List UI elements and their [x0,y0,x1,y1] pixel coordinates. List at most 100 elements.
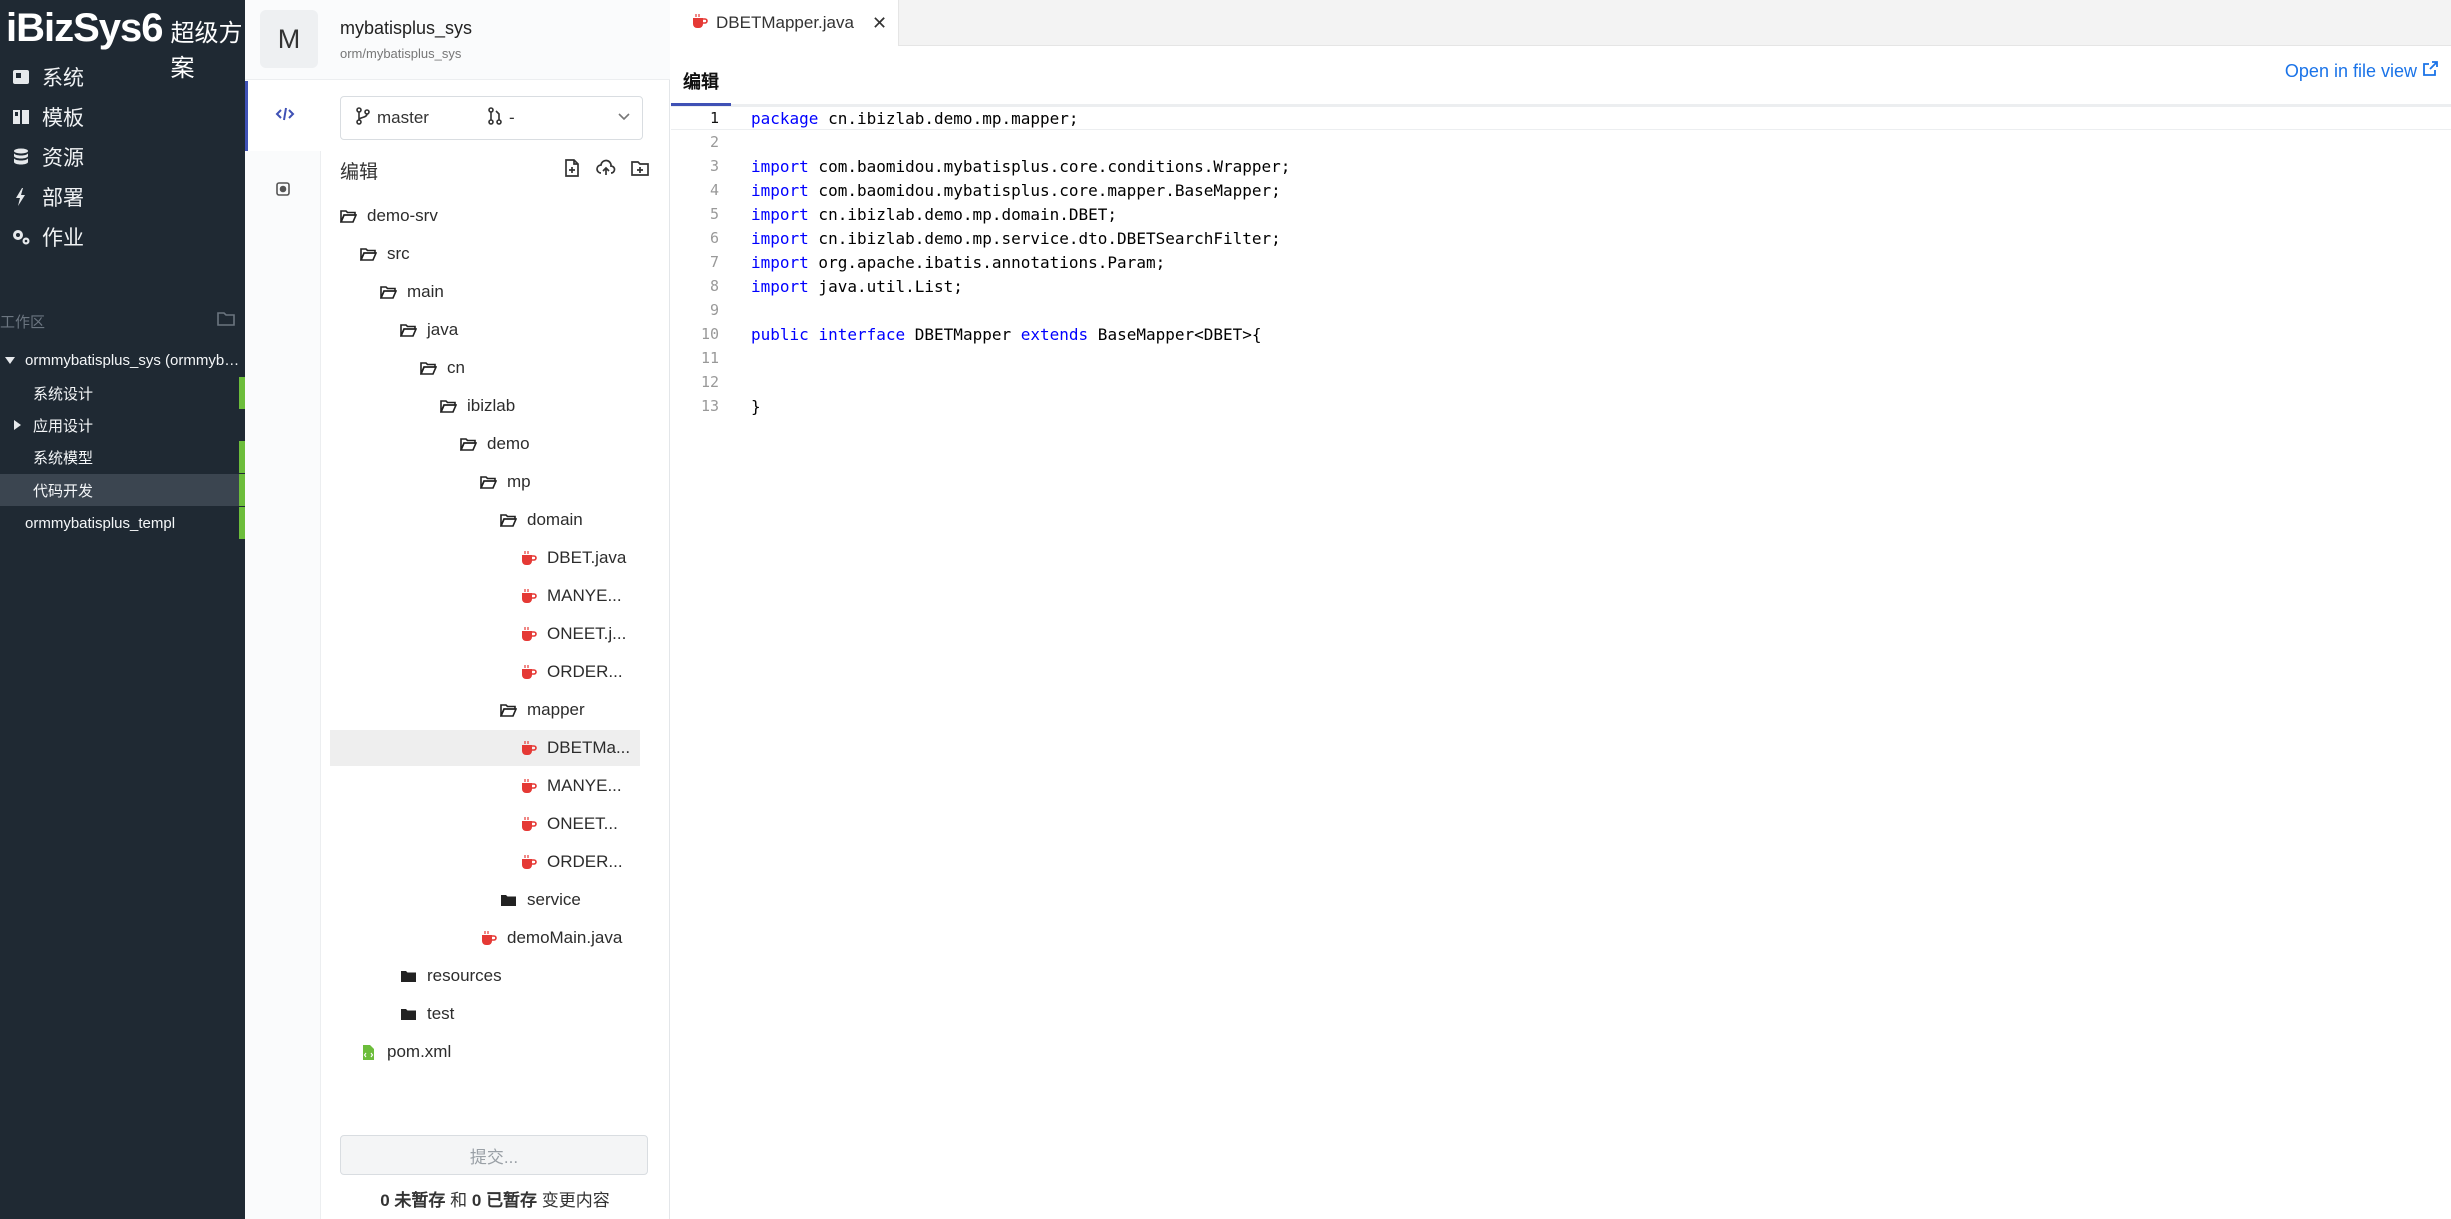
database-icon [0,147,42,167]
workspace-item-system-model[interactable]: 系统模型 [0,441,245,473]
close-icon[interactable]: ✕ [872,13,887,34]
workspace-item-project[interactable]: ormmybatisplus_sys (ormmyb… [0,344,245,376]
editor-file-tab[interactable]: DBETMapper.java ✕ [671,0,899,46]
code-text: import org.apache.ibatis.annotations.Par… [751,253,1165,272]
project-avatar[interactable]: M [260,10,318,68]
app-logo[interactable]: iBizSys6 超级方案 [6,6,245,82]
file-tree-folder[interactable]: mapper [330,692,640,728]
tab-record[interactable] [245,156,321,226]
file-tree-folder[interactable]: resources [330,958,640,994]
file-tree-folder[interactable]: service [330,882,640,918]
folder-icon [400,969,427,984]
file-tree-label: test [427,1004,455,1023]
code-line[interactable]: 6 import cn.ibizlab.demo.mp.service.dto.D… [671,226,2451,250]
nav-item-label: 作业 [42,227,84,250]
file-tree-file[interactable]: DBETMa... [330,730,640,766]
code-editor: DBETMapper.java ✕ 编辑 Open in file view 1… [671,0,2451,1219]
file-tree-folder[interactable]: main [330,274,640,310]
code-keyword: package [751,108,819,128]
caret-down-icon [5,356,15,364]
code-line[interactable]: 12 [671,370,2451,394]
upload-icon[interactable] [596,158,616,183]
open-in-file-view-label: Open in file view [2284,60,2417,81]
file-tree-folder[interactable]: mp [330,464,640,500]
code-line[interactable]: 8 import java.util.List; [671,274,2451,298]
nav-item-template[interactable]: 模板 [0,97,245,137]
file-tree-label: mapper [527,700,585,719]
file-tree-folder[interactable]: domain [330,502,640,538]
code-line[interactable]: 2 [671,130,2451,154]
file-tree-label: ONEET... [547,814,618,833]
file-tree-file[interactable]: demoMain.java [330,920,640,956]
file-tree-file[interactable]: ONEET... [330,806,640,842]
editor-toolbar: 编辑 Open in file view [671,46,2451,106]
file-tree-folder[interactable]: test [330,996,640,1032]
file-tree-file[interactable]: MANYE... [330,578,640,614]
line-number: 4 [709,181,719,199]
tab-edit[interactable]: 编辑 [671,58,731,106]
code-line[interactable]: 5 import cn.ibizlab.demo.mp.domain.DBET; [671,202,2451,226]
nav-item-job[interactable]: 作业 [0,217,245,257]
commit-button[interactable]: 提交... [340,1135,648,1175]
file-tree-folder[interactable]: java [330,312,640,348]
nav-item-system[interactable]: 系统 [0,57,245,97]
code-token: com.baomidou.mybatisplus.core.conditions… [808,156,1291,176]
file-tree-label: MANYE... [547,776,622,795]
code-line[interactable]: 9 [671,298,2451,322]
folder-icon[interactable] [217,311,235,332]
line-number: 8 [709,277,719,295]
code-token: com.baomidou.mybatisplus.core.mapper.Bas… [808,180,1281,200]
workspace-item-code-dev[interactable]: 代码开发 [0,474,245,506]
nav-item-resource[interactable]: 资源 [0,137,245,177]
file-tree-file[interactable]: ONEET.j... [330,616,640,652]
file-tree-file[interactable]: MANYE... [330,768,640,804]
workspace-item-system-design[interactable]: 系统设计 [0,377,245,409]
dashboard-icon [0,67,42,87]
new-folder-icon[interactable] [630,158,650,183]
book-icon [0,107,42,127]
file-tree-label: demo-srv [367,206,438,225]
code-line[interactable]: 1 package cn.ibizlab.demo.mp.mapper; [671,106,2451,130]
workspace-item-template[interactable]: ormmybatisplus_templ [0,507,245,539]
code-text: public interface DBETMapper extends Base… [751,325,1262,344]
chevron-down-icon [616,107,632,130]
file-tree-file[interactable]: DBET.java [330,540,640,576]
folder-open-icon [500,513,527,528]
workspace-item-label: 应用设计 [33,417,94,435]
code-token: BaseMapper<DBET>{ [1088,324,1262,344]
workspace-item-app-design[interactable]: 应用设计 [0,409,245,441]
file-tree-file[interactable]: ORDER... [330,844,640,880]
file-tree-folder[interactable]: demo-srv [330,198,640,234]
open-in-file-view-link[interactable]: Open in file view [2285,60,2439,82]
branch-selector[interactable]: master - [340,96,643,140]
line-number: 12 [700,373,719,391]
code-line[interactable]: 4 import com.baomidou.mybatisplus.core.ma… [671,178,2451,202]
file-tree-folder[interactable]: demo [330,426,640,462]
brand-name: iBizSys6 [6,6,164,50]
code-line[interactable]: 13} [671,394,2451,418]
code-line[interactable]: 3 import com.baomidou.mybatisplus.core.co… [671,154,2451,178]
file-tree-folder[interactable]: ibizlab [330,388,640,424]
folder-open-icon [360,247,387,262]
code-keyword: extends [1020,324,1089,344]
new-file-icon[interactable] [562,158,582,183]
line-number: 5 [709,205,719,223]
file-tree-folder[interactable]: src [330,236,640,272]
java-file-icon [520,588,547,604]
merge-request-value: - [508,108,515,127]
workspace-item-label: ormmybatisplus_sys (ormmyb… [25,351,240,369]
code-line[interactable]: 10 public interface DBETMapper extends Ba… [671,322,2451,346]
file-tree-folder[interactable]: cn [330,350,640,386]
line-number: 6 [709,229,719,247]
file-tree-file[interactable]: ORDER... [330,654,640,690]
nav-item-deploy[interactable]: 部署 [0,177,245,217]
code-line[interactable]: 7 import org.apache.ibatis.annotations.Pa… [671,250,2451,274]
code-line[interactable]: 11 [671,346,2451,370]
workspace-item-label: 系统模型 [33,449,94,467]
tab-code[interactable] [245,81,321,151]
code-text: import java.util.List; [751,277,963,296]
file-tree-file[interactable]: pom.xml [330,1034,640,1070]
file-tree-label: DBET.java [547,548,627,567]
code-token: DBETMapper [905,324,1021,344]
project-title[interactable]: mybatisplus_sys [340,18,472,39]
